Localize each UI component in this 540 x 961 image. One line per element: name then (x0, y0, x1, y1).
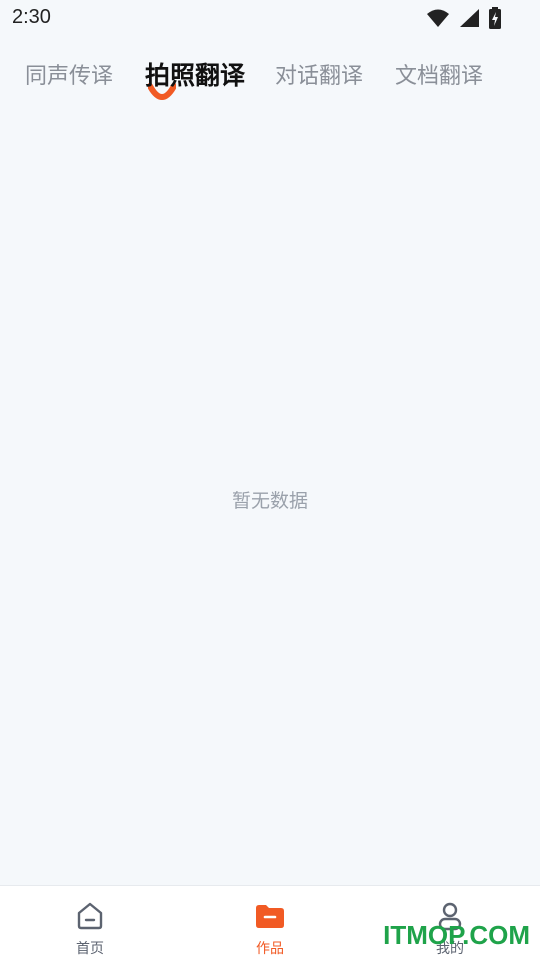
signal-icon (460, 9, 479, 27)
tab-simultaneous-interpretation[interactable]: 同声传译 (25, 58, 113, 90)
nav-label-works: 作品 (256, 941, 284, 957)
status-icons (426, 6, 502, 30)
nav-item-works[interactable]: 作品 (180, 886, 360, 961)
empty-state-text: 暂无数据 (231, 490, 308, 512)
nav-label-home: 首页 (76, 941, 104, 957)
wifi-icon (427, 9, 449, 27)
status-time: 2:30 (12, 6, 51, 28)
home-icon (77, 902, 103, 930)
status-bar: 2:30 (0, 0, 540, 38)
translation-tabs: 同声传译 拍照翻译 对话翻译 文档翻译 (0, 58, 540, 102)
folder-icon (256, 905, 284, 928)
tab-photo-translation[interactable]: 拍照翻译 (145, 56, 245, 92)
tab-document-translation[interactable]: 文档翻译 (395, 58, 483, 90)
battery-icon (489, 7, 501, 29)
nav-item-home[interactable]: 首页 (0, 886, 180, 961)
tab-dialogue-translation[interactable]: 对话翻译 (275, 58, 363, 90)
watermark-text: ITMOP.COM (383, 920, 530, 950)
